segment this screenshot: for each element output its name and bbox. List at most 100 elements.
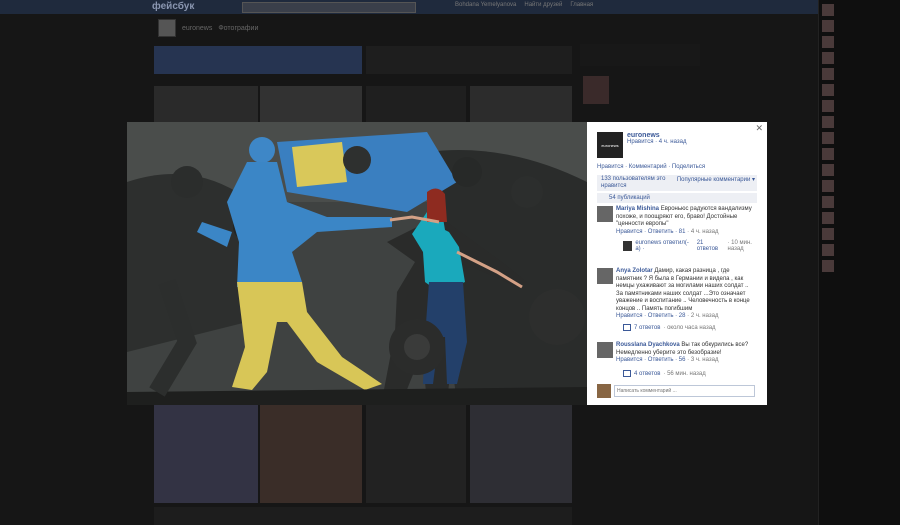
likes-bar: 133 пользователям это нравится Популярны… (597, 175, 757, 191)
avatar[interactable] (597, 206, 613, 222)
chat-friend[interactable] (819, 178, 900, 194)
photo-actions[interactable]: Нравится · Комментарий · Поделиться (597, 164, 705, 170)
comment-author[interactable]: Anya Zolotar (616, 268, 653, 274)
shares-count[interactable]: 54 публикаций (609, 195, 650, 201)
avatar[interactable] (597, 268, 613, 284)
comment: Mariya Mishina Евроньюс радуются вандали… (597, 206, 757, 236)
chat-friend[interactable] (819, 66, 900, 82)
photo-thumb[interactable] (154, 86, 258, 122)
comment-time: · 2 ч. назад (685, 313, 719, 319)
reply-summary[interactable]: euronews ответил(-а) · 21 ответов · 10 м… (623, 240, 767, 252)
top-nav: Bohdana Yemelyanova Найти друзей Главная (455, 2, 593, 8)
avatar (822, 228, 834, 240)
avatar (822, 164, 834, 176)
reply-author[interactable]: euronews ответил(-а) · (635, 240, 693, 252)
reply-time: · около часа назад (663, 324, 716, 331)
page-section[interactable]: Фотографии (218, 25, 258, 32)
statue-photo (127, 122, 587, 405)
chat-friend[interactable] (819, 18, 900, 34)
chat-friend[interactable] (819, 98, 900, 114)
comment-author[interactable]: Rousslana Dyachkova (616, 342, 680, 348)
avatar (822, 36, 834, 48)
reply-summary[interactable]: 4 ответов · 56 мин. назад (623, 370, 706, 377)
avatar (822, 196, 834, 208)
comment-actions[interactable]: Нравится · Ответить · (616, 313, 679, 319)
chat-friend[interactable] (819, 210, 900, 226)
comment-input[interactable] (614, 385, 755, 397)
comment-body: Mariya Mishina Евроньюс радуются вандали… (616, 206, 757, 236)
chat-friend[interactable] (819, 34, 900, 50)
search-input[interactable] (242, 2, 416, 13)
likes-count[interactable]: 133 пользователям это нравится (601, 176, 673, 190)
photo-thumb[interactable] (260, 86, 362, 122)
chat-friend[interactable] (819, 242, 900, 258)
reply-count[interactable]: 21 ответов (697, 240, 725, 252)
page-name[interactable]: euronews (182, 25, 212, 32)
comment-author[interactable]: Mariya Mishina (616, 206, 659, 212)
owner-avatar-label: euronews (601, 142, 619, 148)
comment-sort-dropdown[interactable]: Популярные комментарии ▾ (677, 176, 755, 183)
avatar (822, 132, 834, 144)
photo-thumb[interactable] (366, 405, 466, 503)
main-photo[interactable] (127, 122, 587, 405)
reply-icon (623, 324, 631, 331)
reply-summary[interactable]: 7 ответов · около часа назад (623, 324, 716, 331)
avatar (822, 20, 834, 32)
avatar (822, 52, 834, 64)
close-icon[interactable]: ✕ (755, 123, 763, 134)
nav-profile[interactable]: Bohdana Yemelyanova (455, 2, 516, 8)
comment-time: · 4 ч. назад (685, 228, 719, 235)
avatar (822, 68, 834, 80)
avatar (623, 241, 633, 251)
photo-thumb[interactable] (366, 86, 466, 122)
page-avatar[interactable] (158, 19, 176, 37)
owner-name[interactable]: euronews (627, 132, 686, 139)
reply-count[interactable]: 7 ответов (634, 325, 660, 331)
photo-thumb[interactable] (470, 86, 572, 122)
avatar (822, 4, 834, 16)
shares-bar: 54 публикаций (597, 193, 757, 203)
photo-viewer: ✕ euronews euronews Нравится · 4 ч. наза… (127, 122, 767, 405)
owner-avatar[interactable]: euronews (597, 132, 623, 158)
chat-friend[interactable] (819, 130, 900, 146)
chat-friend[interactable] (819, 226, 900, 242)
reply-count[interactable]: 4 ответов (634, 371, 660, 377)
avatar (822, 148, 834, 160)
comment-actions[interactable]: Нравится · Ответить · (616, 229, 679, 235)
chat-sidebar (818, 0, 900, 525)
chat-friend[interactable] (819, 146, 900, 162)
avatar (822, 84, 834, 96)
comment-composer (597, 384, 757, 398)
page-header: euronews Фотографии (158, 19, 258, 37)
comment-body: Anya Zolotar Дамир, какая разница , где … (616, 268, 757, 321)
avatar (822, 244, 834, 256)
comment-text: Дамир, какая разница , где памятник ? Я … (616, 268, 750, 312)
comment-actions[interactable]: Нравится · Ответить · (616, 357, 679, 363)
nav-home[interactable]: Главная (570, 2, 593, 8)
reply-time: · 56 мин. назад (663, 370, 706, 377)
chat-friend[interactable] (819, 258, 900, 274)
chat-friend[interactable] (819, 114, 900, 130)
avatar (822, 260, 834, 272)
photo-thumb[interactable] (470, 405, 572, 503)
top-bar: фейсбук Bohdana Yemelyanova Найти друзей… (0, 0, 900, 14)
chat-friend[interactable] (819, 194, 900, 210)
reply-icon (623, 370, 631, 377)
ad-image[interactable] (583, 76, 609, 104)
avatar[interactable] (597, 342, 613, 358)
photo-thumb[interactable] (260, 405, 362, 503)
reply-time: · 10 мин. назад (727, 240, 752, 252)
facebook-logo[interactable]: фейсбук (152, 1, 194, 12)
chat-friend[interactable] (819, 162, 900, 178)
tab-albums[interactable] (366, 46, 572, 74)
photo-owner: euronews euronews Нравится · 4 ч. назад (597, 132, 686, 158)
chat-friend[interactable] (819, 82, 900, 98)
chat-friend[interactable] (819, 50, 900, 66)
avatar (822, 116, 834, 128)
photo-thumb[interactable] (154, 405, 258, 503)
chat-friend[interactable] (819, 2, 900, 18)
nav-find-friends[interactable]: Найти друзей (524, 2, 562, 8)
tab-photos[interactable] (154, 46, 362, 74)
comment-body: Rousslana Dyachkova Вы так обкурились вс… (616, 342, 757, 365)
photo-thumb-row (154, 507, 572, 525)
